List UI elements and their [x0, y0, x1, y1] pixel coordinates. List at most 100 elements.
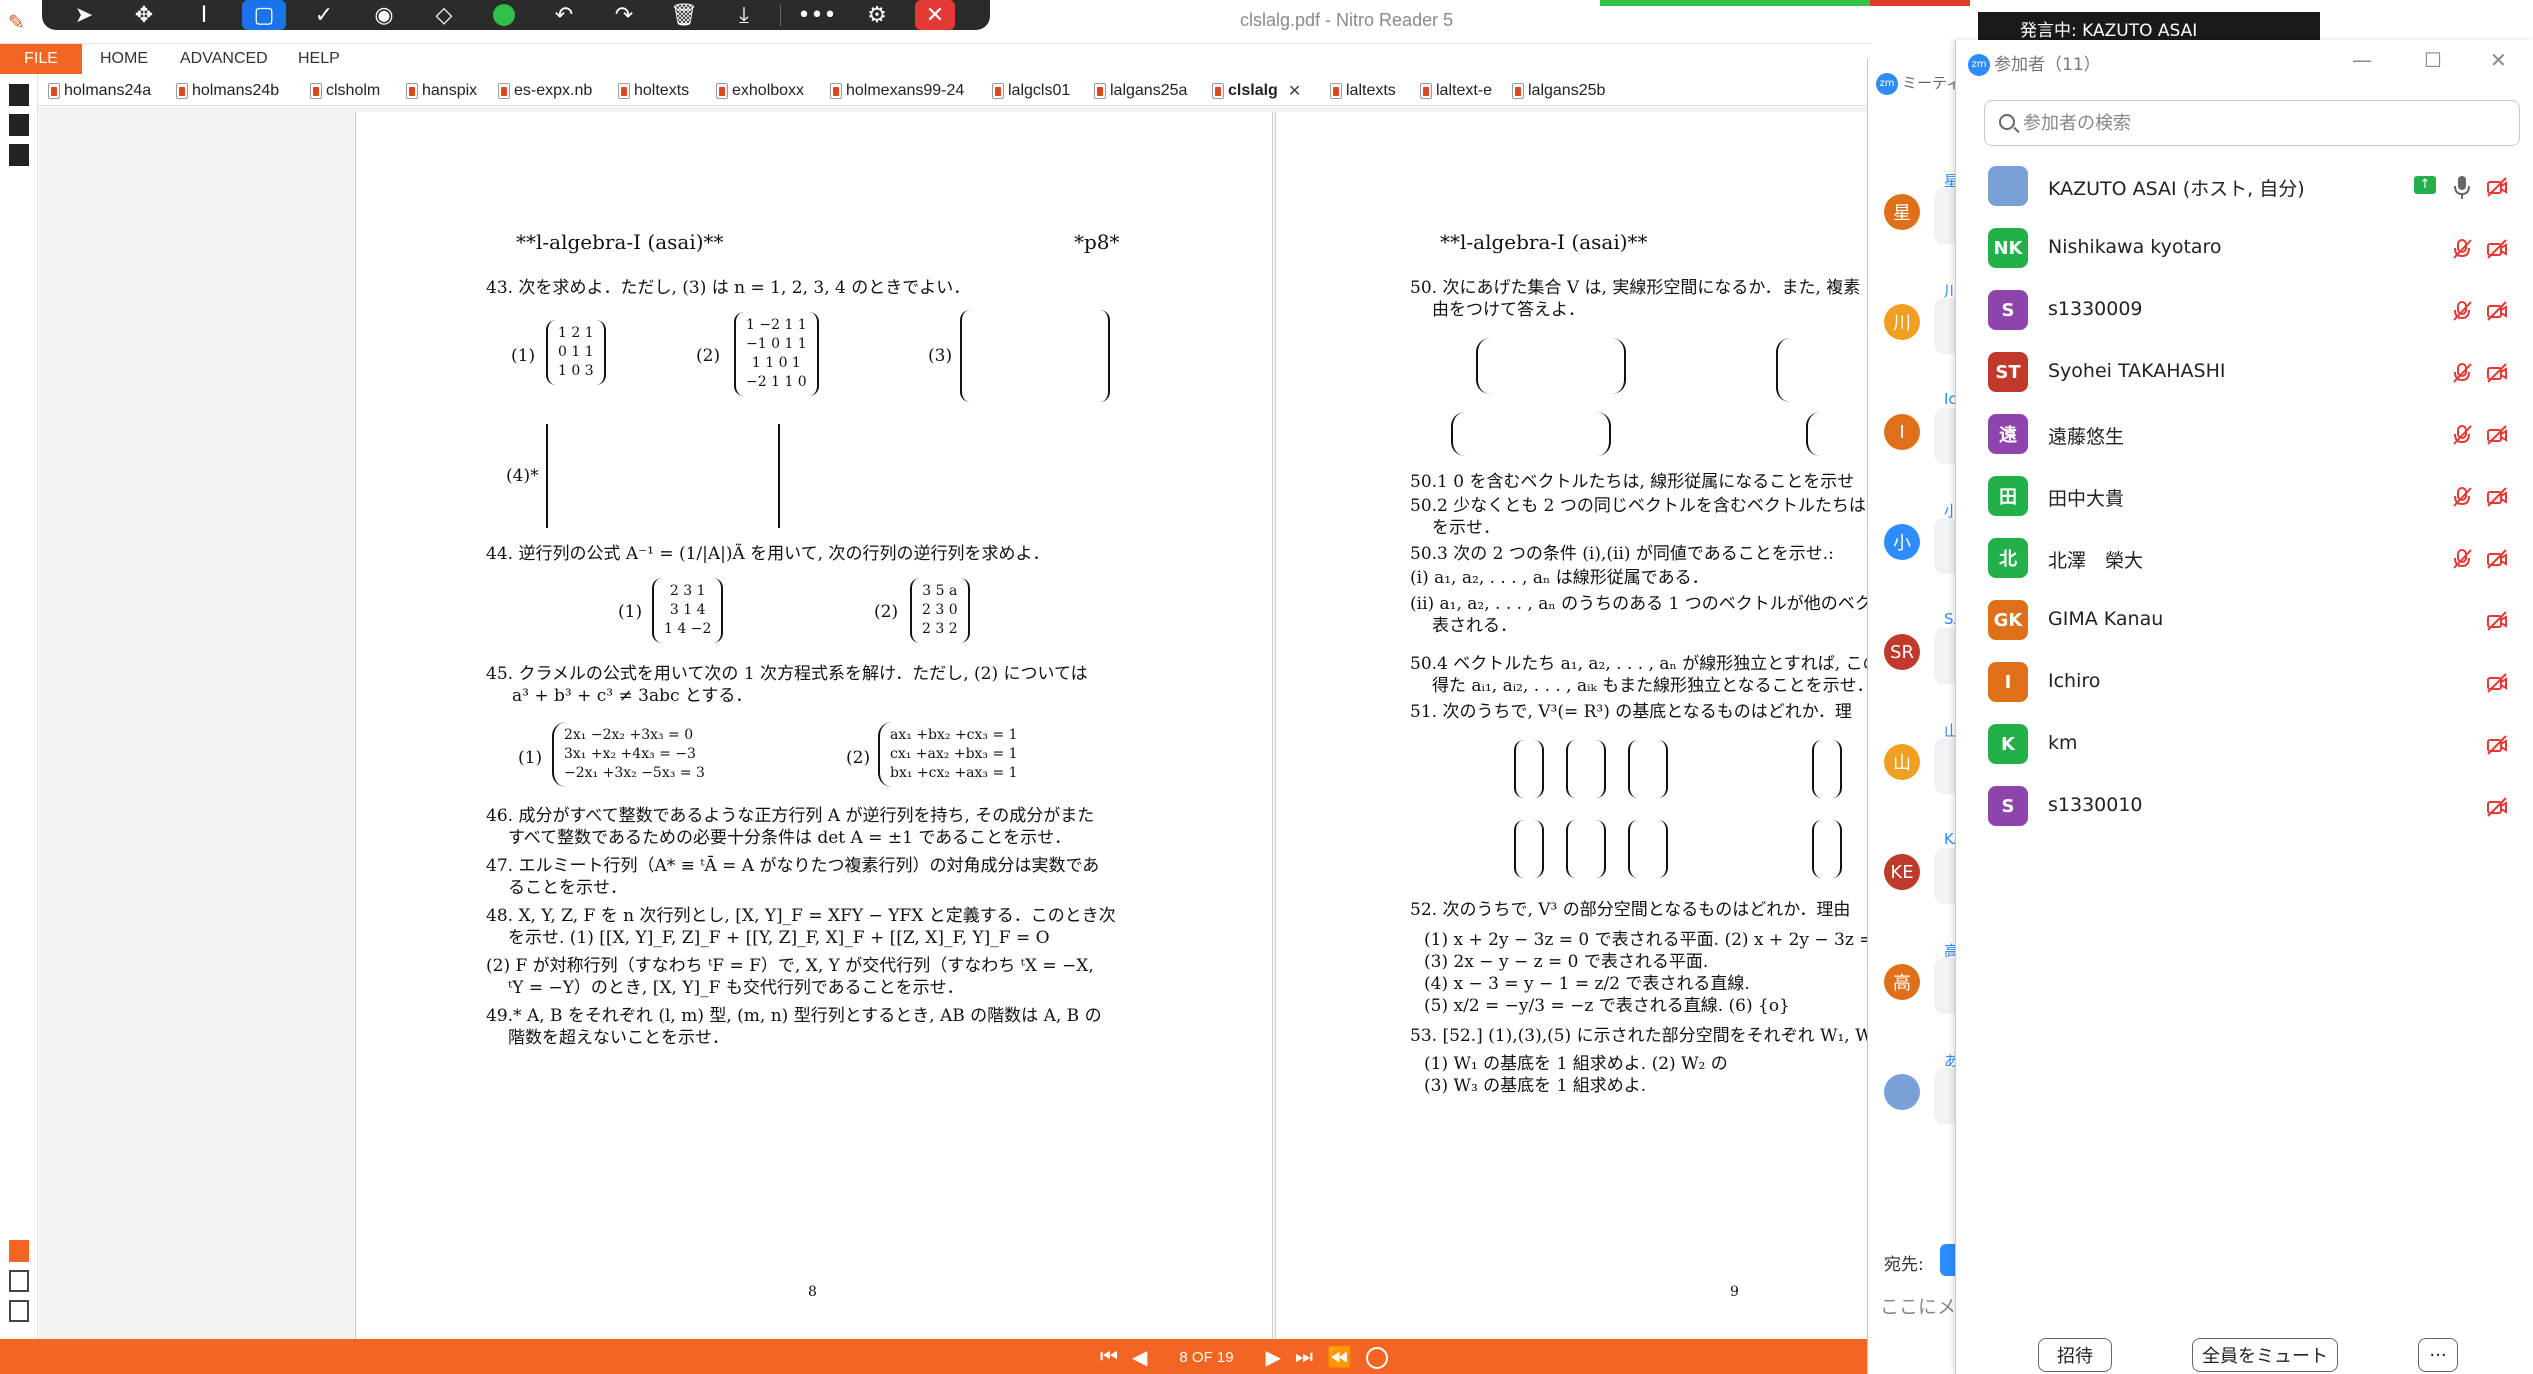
panel-toggle-icon[interactable] — [9, 1240, 29, 1262]
menu-file[interactable]: FILE — [0, 44, 82, 74]
tab-lalgans25a[interactable]: lalgans25a — [1094, 78, 1187, 104]
participant-row[interactable]: I Ichiro — [1956, 650, 2533, 712]
menu-home[interactable]: HOME — [100, 50, 148, 68]
video-off-icon[interactable] — [2486, 486, 2508, 508]
tab-label: es-expx.nb — [514, 82, 593, 99]
microphone-muted-icon[interactable] — [2451, 424, 2473, 446]
microphone-muted-icon[interactable] — [2451, 486, 2473, 508]
microphone-muted-icon[interactable] — [2451, 238, 2473, 260]
pdf-page-9[interactable]: **l-algebra-I (asai)** 50. 次にあげた集合 V は, … — [1275, 112, 1880, 1344]
tab-label: laltext-e — [1436, 82, 1493, 99]
tab-laltexts[interactable]: laltexts — [1330, 78, 1396, 104]
tab-es-expx[interactable]: es-expx.nb — [498, 78, 592, 104]
pdf-page-8[interactable]: **l-algebra-I (asai)** *p8* 43. 次を求めよ．ただ… — [355, 112, 1273, 1344]
tab-exholboxx[interactable]: exholboxx — [716, 78, 804, 104]
last-page-icon[interactable]: ⏭ — [1295, 1346, 1313, 1369]
tab-holtexts[interactable]: holtexts — [618, 78, 689, 104]
menu-advanced[interactable]: ADVANCED — [180, 50, 268, 68]
video-off-icon[interactable] — [2486, 362, 2508, 384]
tab-clslalg[interactable]: clslalg ✕ — [1212, 78, 1301, 104]
video-off-icon[interactable] — [2486, 238, 2508, 260]
microphone-icon[interactable] — [2452, 174, 2472, 200]
chat-message-input[interactable]: ここにメッ — [1880, 1292, 1960, 1319]
participant-row[interactable]: GK GIMA Kanau — [1956, 588, 2533, 650]
participant-row[interactable]: KAZUTO ASAI (ホスト, 自分) ↑ — [1956, 154, 2533, 216]
problem-52-1: (1) x + 2y − 3z = 0 で表される平面. (2) x + 2y … — [1424, 930, 1874, 950]
chat-avatar: 高 — [1884, 964, 1920, 1000]
participant-row[interactable]: S s1330010 — [1956, 774, 2533, 836]
comments-panel-icon[interactable] — [9, 144, 29, 166]
download-icon[interactable]: ⤓ — [714, 0, 774, 30]
participant-row[interactable]: K km — [1956, 712, 2533, 774]
pdf-icon — [1512, 83, 1524, 99]
video-off-icon[interactable] — [2486, 796, 2508, 818]
color-picker-icon[interactable] — [474, 0, 534, 30]
invite-button[interactable]: 招待 — [2038, 1338, 2112, 1372]
microphone-muted-icon[interactable] — [2451, 362, 2473, 384]
nitro-logo-icon[interactable]: ✎ — [8, 10, 30, 34]
text-cursor-icon[interactable]: I — [174, 0, 234, 30]
participant-row[interactable]: 田 田中大貴 — [1956, 464, 2533, 526]
undo-icon[interactable]: ↶ — [534, 0, 594, 30]
microphone-muted-icon[interactable] — [2451, 548, 2473, 570]
video-off-icon[interactable] — [2486, 424, 2508, 446]
problem-47-cont: ることを示せ． — [508, 878, 627, 898]
attachments-panel-icon[interactable] — [9, 1300, 29, 1322]
trash-icon[interactable]: 🗑 — [654, 0, 714, 30]
rectangle-icon[interactable]: ▢ — [242, 0, 286, 30]
participant-row[interactable]: 北 北澤 榮大 — [1956, 526, 2533, 588]
tab-lalgcls01[interactable]: lalgcls01 — [992, 78, 1070, 104]
stamp-icon[interactable]: ◉ — [354, 0, 414, 30]
checkmark-icon[interactable]: ✓ — [294, 0, 354, 30]
microphone-muted-icon[interactable] — [2451, 300, 2473, 322]
tab-holmans24a[interactable]: holmans24a — [48, 78, 151, 104]
back-view-icon[interactable]: ⏪ — [1327, 1345, 1352, 1370]
pages-panel-icon[interactable] — [9, 84, 29, 106]
tab-laltext-e[interactable]: laltext-e — [1420, 78, 1492, 104]
minimize-icon[interactable]: — — [2352, 48, 2372, 72]
tab-clsholm[interactable]: clsholm — [310, 78, 380, 104]
participant-row[interactable]: NK Nishikawa kyotaro — [1956, 216, 2533, 278]
search-input[interactable] — [2023, 109, 2503, 137]
problem-44: 44. 逆行列の公式 A⁻¹ = (1/|A|)Ã を用いて, 次の行列の逆行列… — [486, 544, 1050, 564]
menu-help[interactable]: HELP — [298, 50, 340, 68]
equation-row: bx₁ +cx₂ +ax₃ = 1 — [890, 764, 1018, 781]
participant-row[interactable]: S s1330009 — [1956, 278, 2533, 340]
move-icon[interactable]: ✥ — [114, 0, 174, 30]
video-off-icon[interactable] — [2486, 672, 2508, 694]
eraser-icon[interactable]: ◇ — [414, 0, 474, 30]
mute-all-button[interactable]: 全員をミュート — [2192, 1338, 2338, 1372]
problem-50-3: 50.3 次の 2 つの条件 (i),(ii) が同値であることを示せ.: — [1410, 544, 1834, 564]
video-off-icon[interactable] — [2486, 610, 2508, 632]
participant-settings-icon[interactable]: ⚙ — [847, 0, 907, 30]
participant-name: GIMA Kanau — [2048, 608, 2164, 630]
more-options-button[interactable]: ··· — [2418, 1338, 2458, 1372]
video-off-icon[interactable] — [2486, 734, 2508, 756]
tab-close-icon[interactable]: ✕ — [1288, 81, 1301, 101]
tab-holmexans99-24[interactable]: holmexans99-24 — [830, 78, 964, 104]
video-off-icon[interactable] — [2486, 548, 2508, 570]
problem-52-4: (4) x − 3 = y − 1 = z/2 で表される直線. — [1424, 974, 1750, 994]
problem-50-4-cont: 得た aᵢ₁, aᵢ₂, . . . , aᵢₖ もまた線形独立となることを示せ… — [1432, 676, 1874, 696]
redo-icon[interactable]: ↷ — [594, 0, 654, 30]
page-indicator[interactable]: 8 OF 19 — [1179, 1349, 1233, 1366]
video-off-icon[interactable] — [2486, 176, 2508, 198]
close-icon[interactable]: ✕ — [915, 0, 955, 30]
next-page-icon[interactable]: ▶ — [1266, 1345, 1281, 1370]
bookmarks-panel-icon[interactable] — [9, 114, 29, 136]
tab-holmans24b[interactable]: holmans24b — [176, 78, 279, 104]
tab-lalgans25b[interactable]: lalgans25b — [1512, 78, 1605, 104]
matrix-row: 3 1 4 — [669, 601, 706, 618]
tab-hanspix[interactable]: hanspix — [406, 78, 477, 104]
first-page-icon[interactable]: ⏮ — [1100, 1346, 1118, 1369]
participant-row[interactable]: 遠 遠藤悠生 — [1956, 402, 2533, 464]
video-off-icon[interactable] — [2486, 300, 2508, 322]
forward-view-icon[interactable] — [1365, 1346, 1388, 1369]
layers-panel-icon[interactable] — [9, 1270, 29, 1292]
maximize-icon[interactable]: ☐ — [2424, 48, 2442, 72]
pointer-icon[interactable]: ➤ — [54, 0, 114, 30]
more-icon[interactable]: ••• — [787, 0, 847, 30]
previous-page-icon[interactable]: ◀ — [1132, 1345, 1147, 1370]
close-icon[interactable]: ✕ — [2490, 48, 2507, 72]
participant-row[interactable]: ST Syohei TAKAHASHI — [1956, 340, 2533, 402]
